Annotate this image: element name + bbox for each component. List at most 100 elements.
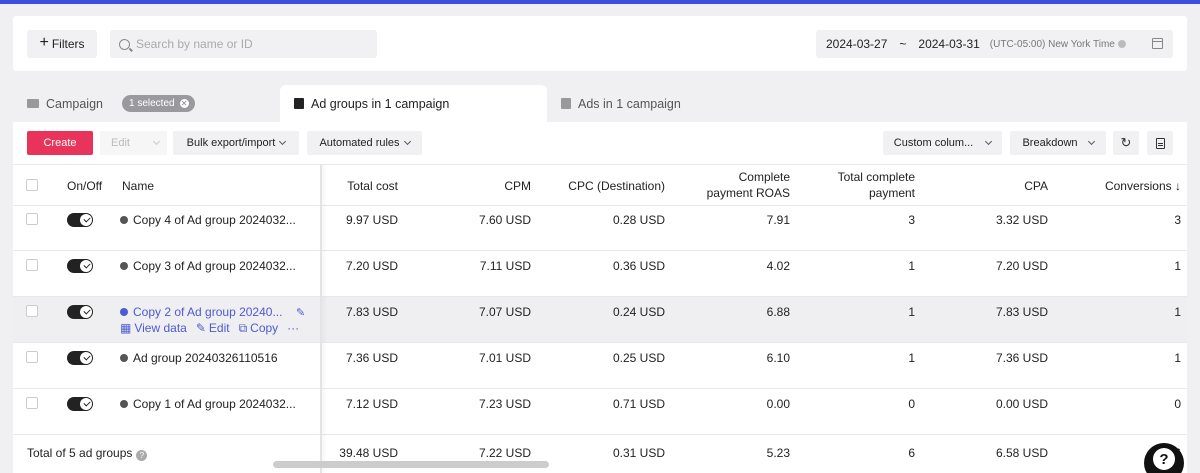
filters-button[interactable]: + Filters xyxy=(27,30,97,58)
chevron-down-icon xyxy=(985,137,993,146)
column-cpm[interactable]: CPM xyxy=(461,178,531,194)
search-box[interactable]: Search by name or ID xyxy=(110,30,377,58)
selected-badge[interactable]: 1 selected ✕ xyxy=(121,95,195,112)
status-icon xyxy=(120,400,128,408)
table-row[interactable]: Ad group 20240326110516 7.36 USD 7.01 US… xyxy=(13,343,1187,389)
row-tcp: 1 xyxy=(908,351,915,365)
calendar-icon[interactable] xyxy=(1152,38,1163,49)
export-button[interactable] xyxy=(1147,131,1173,155)
copy-link[interactable]: ⧉ Copy xyxy=(239,321,279,336)
row-checkbox[interactable] xyxy=(26,305,38,317)
table-header: On/Off Name Total cost CPM CPC (Destinat… xyxy=(13,164,1187,206)
breakdown-button[interactable]: Breakdown xyxy=(1010,131,1106,155)
row-tcp: 3 xyxy=(908,213,915,227)
table-row[interactable]: Copy 1 of Ad group 2024032... 7.12 USD 7… xyxy=(13,389,1187,435)
clear-selection-icon[interactable]: ✕ xyxy=(179,99,189,108)
edit-name-icon[interactable]: ✎ xyxy=(296,306,306,319)
row-cpm: 7.60 USD xyxy=(478,213,531,227)
help-icon: ? xyxy=(1153,448,1175,470)
totals-row: Total of 5 ad groups? 39.48 USD 7.22 USD… xyxy=(13,435,1187,473)
row-toggle[interactable] xyxy=(67,397,93,411)
filters-label: Filters xyxy=(51,37,85,51)
row-checkbox[interactable] xyxy=(26,259,38,271)
row-total-cost: 7.36 USD xyxy=(345,351,398,365)
row-cpc: 0.71 USD xyxy=(612,397,665,411)
row-roas: 6.10 xyxy=(766,351,790,365)
date-start[interactable]: 2024-03-27 xyxy=(826,37,887,51)
row-name-link[interactable]: Copy 2 of Ad group 20240... xyxy=(120,305,282,319)
row-name[interactable]: Copy 1 of Ad group 2024032... xyxy=(120,397,296,411)
row-roas: 4.02 xyxy=(766,259,790,273)
row-toggle[interactable] xyxy=(67,351,93,365)
row-conversions: 1 xyxy=(1174,305,1181,319)
level-tabs: Campaign 1 selected ✕ Ad groups in 1 cam… xyxy=(13,85,1187,122)
more-actions-button[interactable]: ··· xyxy=(287,321,299,336)
row-total-cost: 7.12 USD xyxy=(345,397,398,411)
column-roas[interactable]: Complete payment ROAS xyxy=(690,169,790,201)
ad-icon xyxy=(561,98,571,109)
row-name[interactable]: Copy 4 of Ad group 2024032... xyxy=(120,213,296,227)
tab-campaign[interactable]: Campaign 1 selected ✕ xyxy=(27,85,195,122)
table-row[interactable]: Copy 3 of Ad group 2024032... 7.20 USD 7… xyxy=(13,251,1187,297)
row-checkbox[interactable] xyxy=(26,397,38,409)
create-button[interactable]: Create xyxy=(27,131,93,155)
column-cpa[interactable]: CPA xyxy=(968,178,1048,194)
frozen-column-divider xyxy=(320,164,322,473)
folder-icon xyxy=(27,99,39,108)
column-cpc[interactable]: CPC (Destination) xyxy=(545,178,665,194)
tab-ads-label: Ads in 1 campaign xyxy=(578,96,681,111)
chevron-down-icon xyxy=(403,137,411,146)
refresh-icon: ↻ xyxy=(1120,135,1132,150)
custom-columns-button[interactable]: Custom colum... xyxy=(883,131,1002,155)
top-accent-bar xyxy=(0,0,1200,4)
ad-groups-table: On/Off Name Total cost CPM CPC (Destinat… xyxy=(13,164,1187,473)
date-range-picker[interactable]: 2024-03-27 ~ 2024-03-31 (UTC-05:00) New … xyxy=(816,30,1173,58)
row-toggle[interactable] xyxy=(67,305,93,319)
row-cpm: 7.01 USD xyxy=(478,351,531,365)
column-total-complete-payment[interactable]: Total complete payment xyxy=(805,169,915,201)
horizontal-scrollbar[interactable] xyxy=(273,461,549,468)
column-total-cost[interactable]: Total cost xyxy=(328,178,398,194)
table-row[interactable]: Copy 2 of Ad group 20240... ✎ ▦ View data… xyxy=(13,297,1187,343)
row-cpa: 0.00 USD xyxy=(995,397,1048,411)
row-cpc: 0.24 USD xyxy=(612,305,665,319)
edit-link[interactable]: ✎ Edit xyxy=(196,321,230,336)
column-name[interactable]: Name xyxy=(122,178,154,194)
automated-rules-button[interactable]: Automated rules xyxy=(307,131,422,155)
custom-columns-label: Custom colum... xyxy=(893,137,974,149)
column-conversions[interactable]: Conversions ↓ xyxy=(1073,178,1181,194)
sort-desc-icon[interactable]: ↓ xyxy=(1175,179,1181,193)
row-conversions: 3 xyxy=(1174,213,1181,227)
table-row[interactable]: Copy 4 of Ad group 2024032... 9.97 USD 7… xyxy=(13,206,1187,251)
edit-label: Edit xyxy=(111,137,130,149)
row-cpa: 7.36 USD xyxy=(995,351,1048,365)
row-toggle[interactable] xyxy=(67,259,93,273)
info-icon[interactable]: ? xyxy=(136,450,148,461)
rules-label: Automated rules xyxy=(319,137,400,149)
row-cpa: 7.20 USD xyxy=(995,259,1048,273)
row-checkbox[interactable] xyxy=(26,351,38,363)
row-conversions: 1 xyxy=(1174,351,1181,365)
refresh-button[interactable]: ↻ xyxy=(1113,131,1139,155)
row-name[interactable]: Copy 3 of Ad group 2024032... xyxy=(120,259,296,273)
date-end[interactable]: 2024-03-31 xyxy=(918,37,979,51)
select-all-checkbox[interactable] xyxy=(26,179,38,191)
tab-ad-groups[interactable]: Ad groups in 1 campaign xyxy=(280,85,547,122)
edit-button[interactable]: Edit xyxy=(100,131,167,155)
row-toggle[interactable] xyxy=(67,213,93,227)
pencil-icon: ✎ xyxy=(195,321,206,335)
totals-total-cost: 39.48 USD xyxy=(339,446,398,460)
date-separator: ~ xyxy=(899,37,907,51)
row-name[interactable]: Ad group 20240326110516 xyxy=(120,351,278,365)
row-conversions: 0 xyxy=(1174,397,1181,411)
row-cpm: 7.11 USD xyxy=(479,259,531,273)
row-cpc: 0.28 USD xyxy=(612,213,665,227)
tab-ads[interactable]: Ads in 1 campaign xyxy=(561,85,681,122)
totals-roas: 5.23 xyxy=(766,446,790,460)
view-data-link[interactable]: ▦ View data xyxy=(120,321,187,336)
row-cpm: 7.07 USD xyxy=(478,305,531,319)
bulk-export-import-button[interactable]: Bulk export/import xyxy=(173,131,299,155)
row-checkbox[interactable] xyxy=(26,213,38,225)
search-input[interactable]: Search by name or ID xyxy=(136,37,253,51)
tab-ad-groups-label: Ad groups in 1 campaign xyxy=(311,96,450,111)
